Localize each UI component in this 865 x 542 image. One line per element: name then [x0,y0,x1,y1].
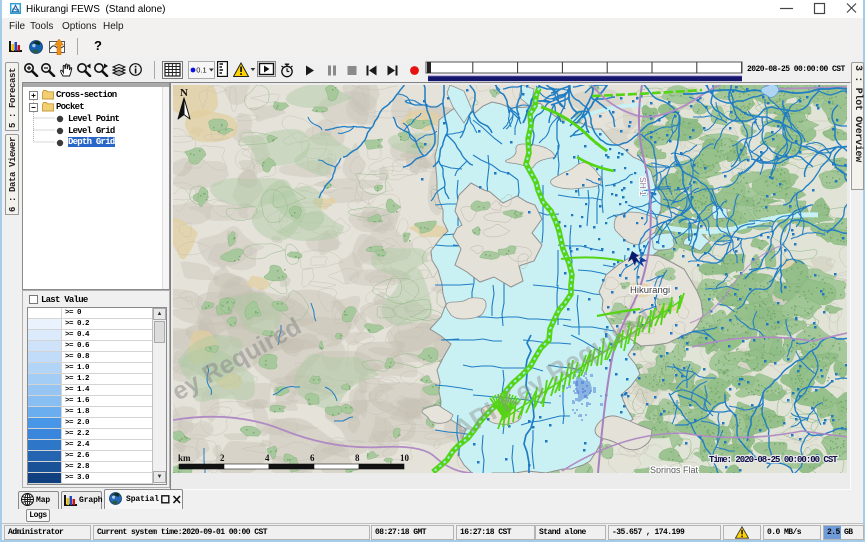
svg-text:SH 1: SH 1 [638,177,648,196]
svg-text:10: 10 [400,453,410,463]
svg-text:8: 8 [355,453,360,463]
svg-text:0.1: 0.1 [196,66,206,75]
svg-text:2: 2 [220,453,225,463]
svg-text:Springs Flat: Springs Flat [650,465,699,473]
svg-text:Time: 2020-08-25 00:00:00 CST: Time: 2020-08-25 00:00:00 CST [709,455,838,465]
svg-text:4: 4 [265,453,270,463]
svg-text:6: 6 [310,453,315,463]
svg-text:Hikurangi: Hikurangi [630,285,670,296]
svg-text:km: km [178,453,191,463]
svg-text:N: N [180,87,188,99]
